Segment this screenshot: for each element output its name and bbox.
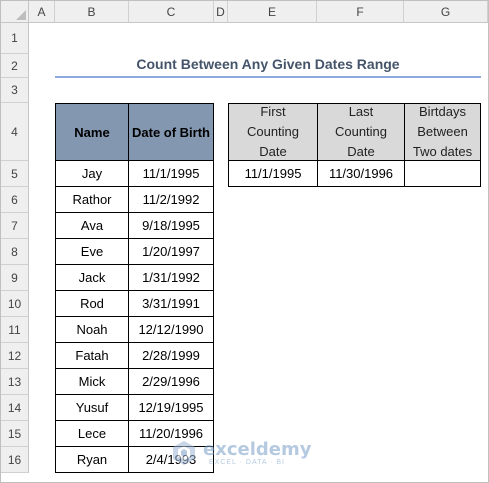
watermark-name: exceldemy [203, 439, 312, 460]
date-of-birth-cell[interactable]: 11/1/1995 [128, 160, 214, 187]
name-cell[interactable]: Mick [55, 368, 129, 395]
row-header-14[interactable]: 14 [1, 395, 29, 421]
column-header-b[interactable]: B [55, 1, 129, 23]
header-last-line-3: Date [347, 144, 375, 159]
header-first-line-2: Counting [246, 124, 300, 139]
row-header-7[interactable]: 7 [1, 213, 29, 239]
date-of-birth-cell[interactable]: 9/18/1995 [128, 212, 214, 239]
name-cell[interactable]: Ava [55, 212, 129, 239]
header-date-of-birth[interactable]: Date of Birth [128, 103, 214, 161]
column-header-e[interactable]: E [228, 1, 317, 23]
row-header-9[interactable]: 9 [1, 265, 29, 291]
row-header-10[interactable]: 10 [1, 291, 29, 317]
name-cell[interactable]: Lece [55, 420, 129, 447]
row-header-2[interactable]: 2 [1, 54, 29, 78]
column-header-d[interactable]: D [214, 1, 228, 23]
row-header-16[interactable]: 16 [1, 447, 29, 473]
column-header-a[interactable]: A [29, 1, 55, 23]
header-between-line-2: Between [417, 124, 468, 139]
date-of-birth-cell[interactable]: 1/31/1992 [128, 264, 214, 291]
row-header-5[interactable]: 5 [1, 161, 29, 187]
row-header-11[interactable]: 11 [1, 317, 29, 343]
date-of-birth-cell[interactable]: 2/29/1996 [128, 368, 214, 395]
header-name[interactable]: Name [55, 103, 129, 161]
row-header-12[interactable]: 12 [1, 343, 29, 369]
row-header-13[interactable]: 13 [1, 369, 29, 395]
name-cell[interactable]: Noah [55, 316, 129, 343]
date-of-birth-cell[interactable]: 2/4/1993 [128, 446, 214, 473]
name-cell[interactable]: Rod [55, 290, 129, 317]
header-first-line-3: Date [259, 144, 287, 159]
column-header-g[interactable]: G [404, 1, 488, 23]
watermark-tagline: EXCEL · DATA · BI [209, 459, 285, 466]
spreadsheet-grid: A B C D E F G 1 2 3 4 5 6 7 8 9 10 11 12… [0, 0, 489, 483]
row-header-1[interactable]: 1 [1, 23, 29, 54]
header-first-counting-date[interactable]: First Counting Date [228, 103, 318, 161]
date-of-birth-cell[interactable]: 12/12/1990 [128, 316, 214, 343]
date-of-birth-cell[interactable]: 3/31/1991 [128, 290, 214, 317]
birthdays-between-cell[interactable] [404, 160, 481, 187]
name-cell[interactable]: Fatah [55, 342, 129, 369]
date-of-birth-cell[interactable]: 11/2/1992 [128, 186, 214, 213]
header-birthdays-between[interactable]: Birtdays Between Two dates [404, 103, 481, 161]
row-header-3[interactable]: 3 [1, 78, 29, 103]
row-header-4[interactable]: 4 [1, 103, 29, 161]
column-header-f[interactable]: F [317, 1, 404, 23]
row-header-6[interactable]: 6 [1, 187, 29, 213]
name-cell[interactable]: Jack [55, 264, 129, 291]
header-last-counting-date[interactable]: Last Counting Date [317, 103, 405, 161]
header-first-line-1: First [260, 104, 286, 119]
date-of-birth-cell[interactable]: 11/20/1996 [128, 420, 214, 447]
date-of-birth-cell[interactable]: 12/19/1995 [128, 394, 214, 421]
header-last-line-1: Last [348, 104, 374, 119]
header-between-line-1: Birtdays [419, 104, 466, 119]
name-cell[interactable]: Yusuf [55, 394, 129, 421]
name-cell[interactable]: Rathor [55, 186, 129, 213]
row-header-15[interactable]: 15 [1, 421, 29, 447]
name-cell[interactable]: Eve [55, 238, 129, 265]
name-cell[interactable]: Jay [55, 160, 129, 187]
name-cell[interactable]: Ryan [55, 446, 129, 473]
last-counting-date-cell[interactable]: 11/30/1996 [317, 160, 405, 187]
header-last-line-2: Counting [334, 124, 388, 139]
first-counting-date-cell[interactable]: 11/1/1995 [228, 160, 318, 187]
sheet-title: Count Between Any Given Dates Range [136, 56, 400, 72]
title-underline [55, 76, 481, 78]
date-of-birth-cell[interactable]: 1/20/1997 [128, 238, 214, 265]
date-of-birth-cell[interactable]: 2/28/1999 [128, 342, 214, 369]
header-between-line-3: Two dates [412, 144, 473, 159]
row-header-8[interactable]: 8 [1, 239, 29, 265]
select-all-corner[interactable] [1, 1, 29, 23]
column-header-c[interactable]: C [129, 1, 214, 23]
